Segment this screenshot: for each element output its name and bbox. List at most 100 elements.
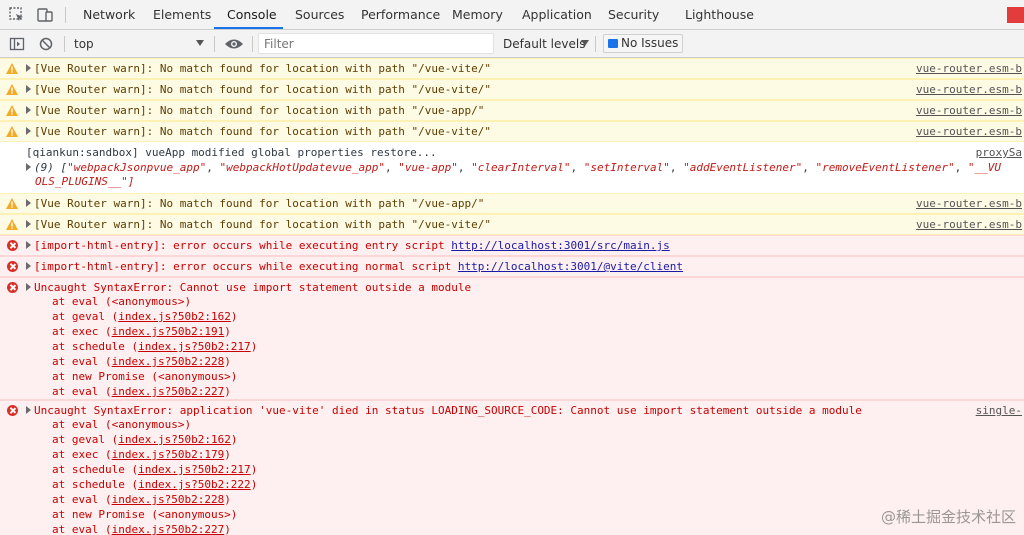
toolbar-separator (595, 36, 596, 52)
stack-frame-link[interactable]: index.js?50b2:222 (138, 478, 251, 491)
expand-triangle-icon[interactable] (26, 127, 31, 135)
expand-triangle-icon[interactable] (26, 199, 31, 207)
script-url-link[interactable]: http://localhost:3001/src/main.js (451, 239, 670, 252)
stack-frame-link[interactable]: index.js?50b2:217 (138, 463, 251, 476)
console-error-message: Uncaught SyntaxError: application 'vue-v… (0, 400, 1024, 535)
expand-triangle-icon[interactable] (26, 106, 31, 114)
expand-triangle-icon[interactable] (26, 85, 31, 93)
sidebar-toggle-icon[interactable] (9, 36, 25, 52)
message-text[interactable]: Uncaught SyntaxError: Cannot use import … (26, 281, 471, 295)
stack-frame: at new Promise (<anonymous>) (52, 370, 238, 383)
tab-lighthouse[interactable]: Lighthouse (685, 0, 754, 30)
array-preview-wrap: OLS_PLUGINS__"] (35, 175, 135, 188)
tab-security[interactable]: Security (608, 0, 659, 30)
tab-memory[interactable]: Memory (452, 0, 503, 30)
active-tab-indicator (214, 27, 283, 29)
toolbar-separator (214, 36, 215, 52)
error-count-icon[interactable] (1007, 7, 1024, 23)
expand-triangle-icon[interactable] (26, 283, 31, 291)
message-text[interactable]: [import-html-entry]: error occurs while … (26, 239, 670, 253)
stack-frame-link[interactable]: index.js?50b2:179 (112, 448, 225, 461)
tab-console[interactable]: Console (227, 0, 277, 30)
stack-frame-link[interactable]: index.js?50b2:217 (138, 340, 251, 353)
error-icon (7, 282, 18, 293)
tab-sources[interactable]: Sources (295, 0, 344, 30)
message-text[interactable]: [Vue Router warn]: No match found for lo… (26, 104, 484, 118)
toolbar-separator (252, 36, 253, 52)
expand-triangle-icon[interactable] (26, 406, 31, 414)
tab-network[interactable]: Network (83, 0, 135, 30)
issues-button[interactable]: No Issues (603, 34, 684, 53)
stack-frame-link[interactable]: index.js?50b2:162 (118, 310, 231, 323)
device-toolbar-icon[interactable] (36, 6, 54, 24)
expand-triangle-icon[interactable] (26, 262, 31, 270)
message-source-link[interactable]: single- (976, 404, 1022, 418)
stack-frame: at geval (index.js?50b2:162) (52, 310, 238, 323)
warning-icon (6, 219, 18, 230)
stack-frame: at new Promise (<anonymous>) (52, 508, 238, 521)
live-expression-eye-icon[interactable] (224, 37, 244, 51)
stack-frame: at eval (<anonymous>) (52, 418, 192, 431)
console-messages: [Vue Router warn]: No match found for lo… (0, 58, 1024, 535)
stack-frame: at schedule (index.js?50b2:222) (52, 478, 258, 491)
message-source-link[interactable]: vue-router.esm-b (916, 125, 1022, 139)
devtools-tab-bar: Network Elements Console Sources Perform… (0, 0, 1024, 30)
issues-icon (608, 39, 618, 48)
tab-application[interactable]: Application (522, 0, 592, 30)
stack-frame: at schedule (index.js?50b2:217) (52, 340, 258, 353)
clear-console-icon[interactable] (38, 36, 54, 52)
expand-triangle-icon[interactable] (26, 220, 31, 228)
console-log-message: [qiankun:sandbox] vueApp modified global… (0, 142, 1024, 193)
stack-frame: at schedule (index.js?50b2:217) (52, 463, 258, 476)
toolbar-separator (64, 36, 65, 52)
console-warning-message: [Vue Router warn]: No match found for lo… (0, 121, 1024, 142)
message-source-link[interactable]: proxySa (976, 146, 1022, 160)
console-warning-message: [Vue Router warn]: No match found for lo… (0, 100, 1024, 121)
stack-frame-link[interactable]: index.js?50b2:191 (112, 325, 225, 338)
context-dropdown-icon[interactable] (196, 40, 204, 46)
stack-frame: at eval (index.js?50b2:227) (52, 385, 231, 398)
script-url-link[interactable]: http://localhost:3001/@vite/client (458, 260, 683, 273)
message-text[interactable]: [Vue Router warn]: No match found for lo… (26, 125, 491, 139)
message-text[interactable]: [Vue Router warn]: No match found for lo… (26, 62, 491, 76)
console-warning-message: [Vue Router warn]: No match found for lo… (0, 58, 1024, 79)
expand-triangle-icon[interactable] (26, 64, 31, 72)
stack-frame-link[interactable]: index.js?50b2:227 (112, 523, 225, 535)
filter-input[interactable] (258, 33, 494, 54)
message-source-link[interactable]: vue-router.esm-b (916, 218, 1022, 232)
message-text[interactable]: Uncaught SyntaxError: application 'vue-v… (26, 404, 862, 418)
message-text[interactable]: [Vue Router warn]: No match found for lo… (26, 197, 484, 211)
stack-frame-link[interactable]: index.js?50b2:162 (118, 433, 231, 446)
message-source-link[interactable]: vue-router.esm-b (916, 197, 1022, 211)
warning-icon (6, 105, 18, 116)
tab-bar-separator (65, 7, 66, 23)
message-text[interactable]: [Vue Router warn]: No match found for lo… (26, 83, 491, 97)
error-icon (7, 405, 18, 416)
stack-frame: at geval (index.js?50b2:162) (52, 433, 238, 446)
stack-frame-link[interactable]: index.js?50b2:227 (112, 385, 225, 398)
expand-triangle-icon[interactable] (26, 241, 31, 249)
console-warning-message: [Vue Router warn]: No match found for lo… (0, 214, 1024, 235)
stack-frame-link[interactable]: index.js?50b2:228 (112, 493, 225, 506)
message-text[interactable]: [qiankun:sandbox] vueApp modified global… (26, 146, 437, 160)
tab-elements[interactable]: Elements (153, 0, 211, 30)
array-preview[interactable]: (9) ["webpackJsonpvue_app", "webpackHotU… (26, 161, 1001, 175)
stack-frame: at eval (<anonymous>) (52, 295, 192, 308)
stack-frame-link[interactable]: index.js?50b2:228 (112, 355, 225, 368)
message-text[interactable]: [Vue Router warn]: No match found for lo… (26, 218, 491, 232)
console-warning-message: [Vue Router warn]: No match found for lo… (0, 79, 1024, 100)
stack-frame: at exec (index.js?50b2:191) (52, 325, 231, 338)
message-text[interactable]: [import-html-entry]: error occurs while … (26, 260, 683, 274)
tab-performance[interactable]: Performance (361, 0, 440, 30)
levels-dropdown-icon[interactable] (581, 40, 589, 46)
log-levels-dropdown[interactable]: Default levels (503, 37, 585, 51)
message-source-link[interactable]: vue-router.esm-b (916, 104, 1022, 118)
console-error-message: [import-html-entry]: error occurs while … (0, 235, 1024, 256)
message-source-link[interactable]: vue-router.esm-b (916, 83, 1022, 97)
inspect-element-icon[interactable] (8, 6, 26, 24)
warning-icon (6, 126, 18, 137)
message-source-link[interactable]: vue-router.esm-b (916, 62, 1022, 76)
expand-triangle-icon[interactable] (26, 163, 31, 171)
context-selector[interactable]: top (74, 37, 94, 51)
console-error-message: [import-html-entry]: error occurs while … (0, 256, 1024, 277)
